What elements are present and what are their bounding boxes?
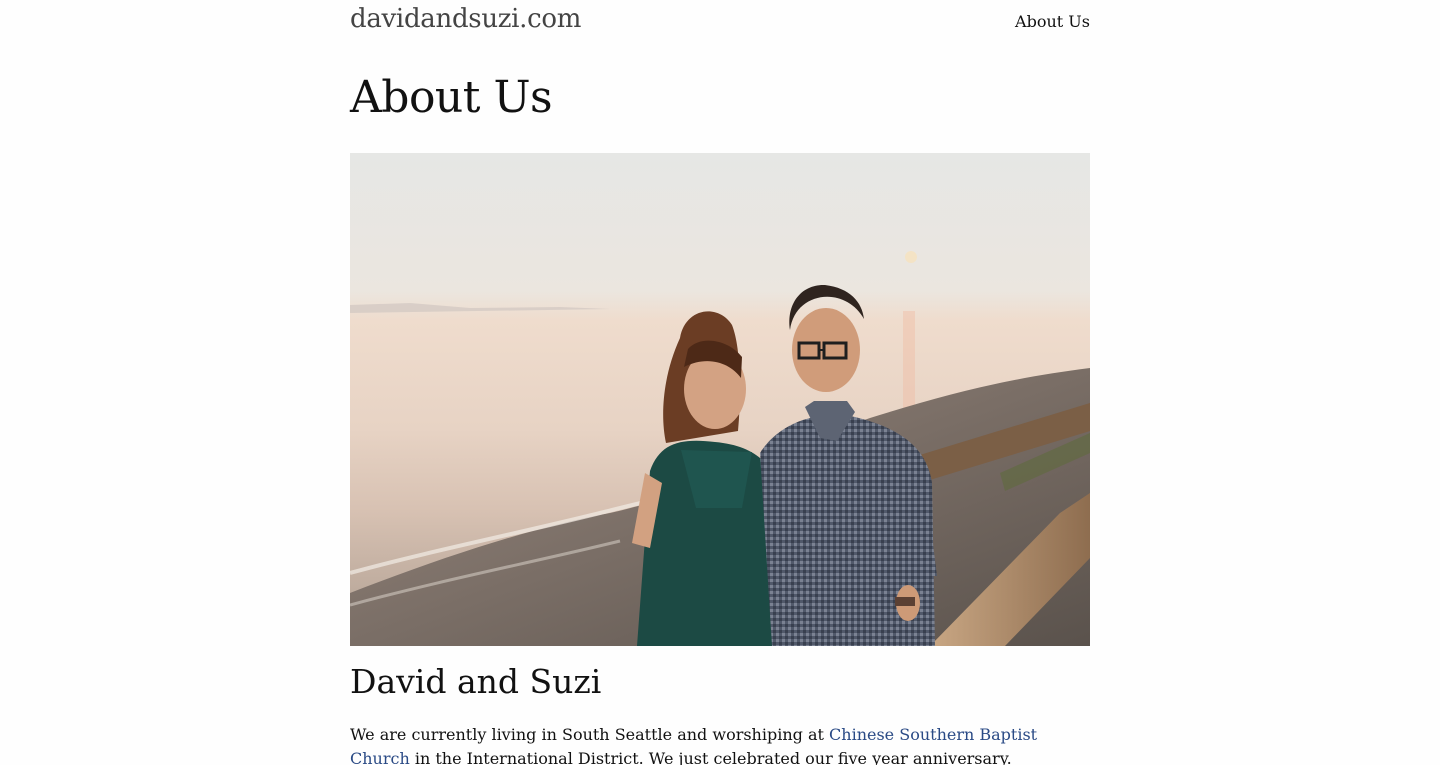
site-header: davidandsuzi.com About Us xyxy=(350,0,1090,60)
couple-photo xyxy=(350,153,1090,646)
intro-text-after-link: in the International District. We just c… xyxy=(414,749,1012,765)
page-container: davidandsuzi.com About Us About Us David… xyxy=(350,0,1090,765)
section-title: David and Suzi xyxy=(350,662,602,701)
nav-about-us[interactable]: About Us xyxy=(1015,12,1090,31)
page-title: About Us xyxy=(350,72,553,123)
intro-paragraph: We are currently living in South Seattle… xyxy=(350,723,1090,765)
site-title-link[interactable]: davidandsuzi.com xyxy=(350,4,581,34)
intro-text-before-link: We are currently living in South Seattle… xyxy=(350,725,830,744)
